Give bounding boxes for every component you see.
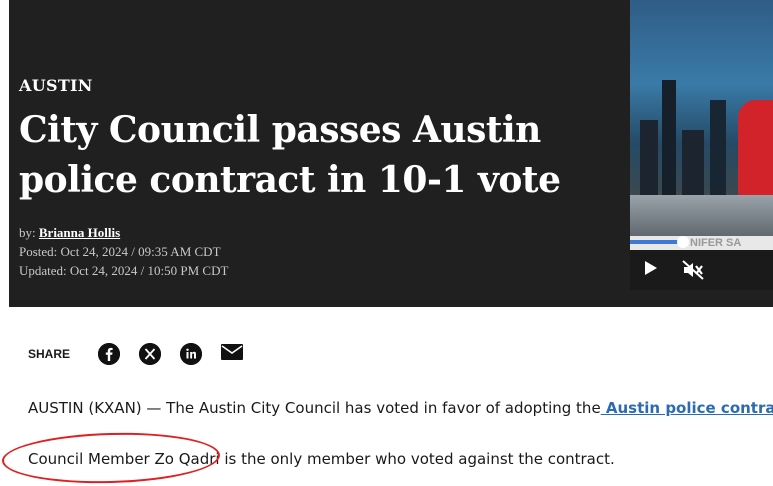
play-icon[interactable] <box>645 261 657 275</box>
posted-date: Posted: Oct 24, 2024 / 09:35 AM CDT <box>19 244 221 259</box>
video-progress-bar[interactable] <box>630 240 683 244</box>
x-icon[interactable] <box>139 343 161 365</box>
facebook-icon[interactable] <box>98 343 120 365</box>
news-desk <box>630 195 773 240</box>
author-link[interactable]: Brianna Hollis <box>39 225 120 240</box>
news-anchor <box>738 100 773 210</box>
email-icon[interactable] <box>221 343 243 365</box>
annotation-circle <box>1 430 221 486</box>
police-contract-link[interactable]: Austin police contract. <box>601 399 773 417</box>
byline: by: Brianna Hollis <box>19 223 599 242</box>
article-headline: City Council passes Austin police contra… <box>19 105 599 205</box>
paragraph-2-text: is the only member who voted against the… <box>219 450 615 468</box>
share-bar: SHARE <box>28 340 243 368</box>
section-label[interactable]: AUSTIN <box>19 76 599 95</box>
linkedin-icon[interactable] <box>180 343 202 365</box>
headline-line-2: police contract in 10-1 vote <box>19 159 561 201</box>
video-progress-handle[interactable] <box>676 236 689 248</box>
hero-text-block: AUSTIN City Council passes Austin police… <box>19 76 599 280</box>
video-player[interactable]: NIFER SA <box>630 0 773 290</box>
share-label: SHARE <box>28 347 71 361</box>
headline-line-1: City Council passes Austin <box>19 109 541 151</box>
byline-prefix: by: <box>19 225 36 240</box>
paragraph-1-text: AUSTIN (KXAN) — The Austin City Council … <box>28 399 601 417</box>
mute-icon[interactable] <box>682 260 704 280</box>
updated-date: Updated: Oct 24, 2024 / 10:50 PM CDT <box>19 263 229 278</box>
video-frame <box>630 0 773 240</box>
article-meta: by: Brianna Hollis Posted: Oct 24, 2024 … <box>19 223 599 280</box>
paragraph-1: AUSTIN (KXAN) — The Austin City Council … <box>28 399 773 417</box>
